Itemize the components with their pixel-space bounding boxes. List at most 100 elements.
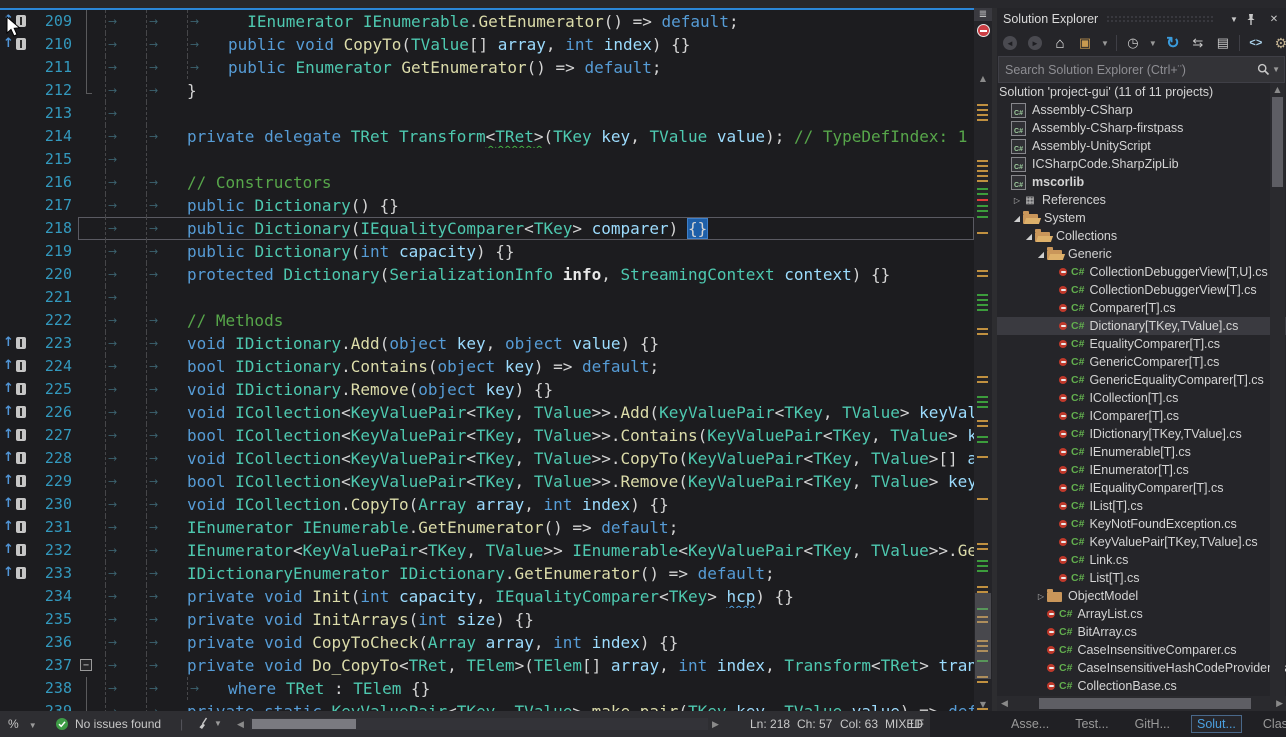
code-line[interactable]: 218→→public Dictionary(IEqualityComparer… bbox=[0, 217, 974, 240]
code-line[interactable]: ↑227→→bool ICollection<KeyValuePair<TKey… bbox=[0, 424, 974, 447]
code-line[interactable]: 237−→→private void Do_CopyTo<TRet, TElem… bbox=[0, 654, 974, 677]
code-line[interactable]: 236→→private void CopyToCheck(Array arra… bbox=[0, 631, 974, 654]
tree-item[interactable]: C#Assembly-UnityScript bbox=[997, 137, 1286, 155]
line-number[interactable]: 235 bbox=[30, 608, 78, 631]
editor-vertical-scrollbar[interactable]: ≣ ▲ ▼ bbox=[974, 8, 992, 711]
code-line[interactable]: 217→→public Dictionary() {} bbox=[0, 194, 974, 217]
line-number[interactable]: 209 bbox=[30, 10, 78, 33]
tree-item[interactable]: ▷▦References bbox=[997, 191, 1286, 209]
tree-item[interactable]: C#IComparer[T].cs bbox=[997, 407, 1286, 425]
tree-item[interactable]: C#GenericEqualityComparer[T].cs bbox=[997, 371, 1286, 389]
code-line[interactable]: 215→ bbox=[0, 148, 974, 171]
scroll-down-arrow[interactable]: ▼ bbox=[974, 700, 992, 709]
reference-gutter-icon[interactable]: ↑ bbox=[3, 543, 26, 556]
reference-gutter-icon[interactable]: ↑ bbox=[3, 359, 26, 372]
code-line[interactable]: 220→→protected Dictionary(SerializationI… bbox=[0, 263, 974, 286]
expanded-arrow-icon[interactable]: ◢ bbox=[1023, 232, 1035, 241]
code-line[interactable]: ↑229→→bool ICollection<KeyValuePair<TKey… bbox=[0, 470, 974, 493]
panel-tab-class[interactable]: Class... bbox=[1258, 716, 1286, 732]
tree-item[interactable]: C#CaseInsensitiveComparer.cs bbox=[997, 641, 1286, 659]
code-line[interactable]: 213→ bbox=[0, 102, 974, 125]
line-number[interactable]: 217 bbox=[30, 194, 78, 217]
tree-item[interactable]: C#IEnumerable[T].cs bbox=[997, 443, 1286, 461]
close-icon[interactable]: ✕ bbox=[1266, 14, 1282, 25]
line-number[interactable]: 228 bbox=[30, 447, 78, 470]
code-line[interactable]: ↑230→→void ICollection.CopyTo(Array arra… bbox=[0, 493, 974, 516]
sync-with-active-document-button[interactable]: ⇆ bbox=[1189, 34, 1207, 52]
refresh-button[interactable]: ↻ bbox=[1164, 34, 1182, 52]
tree-item[interactable]: C#CaseInsensitiveHashCodeProvider.cs bbox=[997, 659, 1286, 677]
code-line[interactable]: 219→→public Dictionary(int capacity) {} bbox=[0, 240, 974, 263]
tree-item[interactable]: ◢Collections bbox=[997, 227, 1286, 245]
code-line[interactable]: 234→→private void Init(int capacity, IEq… bbox=[0, 585, 974, 608]
line-number[interactable]: 216 bbox=[30, 171, 78, 194]
vertical-scrollbar-thumb[interactable] bbox=[975, 593, 991, 679]
nav-back-button[interactable]: ◄ bbox=[1001, 34, 1019, 52]
switch-views-button[interactable]: ▣ bbox=[1076, 34, 1094, 52]
properties-wrench-button[interactable]: ⚙ bbox=[1272, 34, 1286, 52]
document-health-error-icon[interactable] bbox=[977, 24, 990, 37]
switch-views-dropdown-icon[interactable]: ▼ bbox=[1101, 39, 1109, 48]
tree-item[interactable]: C#GenericComparer[T].cs bbox=[997, 353, 1286, 371]
editor-horizontal-scrollbar[interactable] bbox=[250, 718, 708, 730]
line-number[interactable]: 220 bbox=[30, 263, 78, 286]
tree-item[interactable]: C#ICollection[T].cs bbox=[997, 389, 1286, 407]
split-editor-handle[interactable]: ≣ bbox=[974, 8, 992, 21]
expanded-arrow-icon[interactable]: ◢ bbox=[1011, 214, 1023, 223]
expanded-arrow-icon[interactable]: ◢ bbox=[1035, 250, 1047, 259]
tree-item[interactable]: C#List[T].cs bbox=[997, 569, 1286, 587]
reference-gutter-icon[interactable]: ↑ bbox=[3, 382, 26, 395]
reference-gutter-icon[interactable]: ↑ bbox=[3, 520, 26, 533]
hscroll-left-arrow[interactable]: ◀ bbox=[237, 711, 244, 737]
search-icon[interactable] bbox=[1254, 61, 1272, 79]
tree-item[interactable]: C#Assembly-CSharp-firstpass bbox=[997, 119, 1286, 137]
line-number[interactable]: 238 bbox=[30, 677, 78, 700]
line-number[interactable]: 237 bbox=[30, 654, 78, 677]
reference-gutter-icon[interactable]: ↑ bbox=[3, 497, 26, 510]
line-number[interactable]: 225 bbox=[30, 378, 78, 401]
line-number[interactable]: 219 bbox=[30, 240, 78, 263]
panel-tab-solut[interactable]: Solut... bbox=[1191, 715, 1242, 733]
panel-tab-gith[interactable]: GitH... bbox=[1130, 716, 1175, 732]
code-line[interactable]: 211→→→public Enumerator GetEnumerator() … bbox=[0, 56, 974, 79]
collapsed-arrow-icon[interactable]: ▷ bbox=[1011, 196, 1023, 205]
line-number[interactable]: 224 bbox=[30, 355, 78, 378]
reference-gutter-icon[interactable]: ↑ bbox=[3, 474, 26, 487]
line-number[interactable]: 222 bbox=[30, 309, 78, 332]
code-line[interactable]: ↑228→→void ICollection<KeyValuePair<TKey… bbox=[0, 447, 974, 470]
line-number[interactable]: 213 bbox=[30, 102, 78, 125]
reference-gutter-icon[interactable]: ↑ bbox=[3, 428, 26, 441]
code-line[interactable]: 214→→private delegate TRet Transform<TRe… bbox=[0, 125, 974, 148]
line-number[interactable]: 227 bbox=[30, 424, 78, 447]
filter-dropdown-icon[interactable]: ▼ bbox=[1149, 39, 1157, 48]
tree-item[interactable]: C#KeyNotFoundException.cs bbox=[997, 515, 1286, 533]
panel-tab-test[interactable]: Test... bbox=[1070, 716, 1113, 732]
tree-hscrollbar-thumb[interactable] bbox=[1039, 698, 1251, 709]
tree-item[interactable]: C#IEqualityComparer[T].cs bbox=[997, 479, 1286, 497]
home-button[interactable]: ⌂ bbox=[1051, 34, 1069, 52]
tree-item[interactable]: ◢Generic bbox=[997, 245, 1286, 263]
reference-gutter-icon[interactable]: ↑ bbox=[3, 405, 26, 418]
line-number[interactable]: 232 bbox=[30, 539, 78, 562]
line-number[interactable]: 231 bbox=[30, 516, 78, 539]
pin-icon[interactable] bbox=[1246, 13, 1262, 26]
collapsed-arrow-icon[interactable]: ▷ bbox=[1035, 592, 1047, 601]
zoom-level-select[interactable]: % ▼ bbox=[8, 711, 37, 737]
code-line[interactable]: ↑210→→→public void CopyTo(TValue[] array… bbox=[0, 33, 974, 56]
line-number[interactable]: 212 bbox=[30, 79, 78, 102]
reference-gutter-icon[interactable]: ↑ bbox=[3, 37, 26, 50]
tree-item[interactable]: C#KeyValuePair[TKey,TValue].cs bbox=[997, 533, 1286, 551]
code-line[interactable]: ↑232→→IEnumerator<KeyValuePair<TKey, TVa… bbox=[0, 539, 974, 562]
view-code-button[interactable]: <> bbox=[1247, 34, 1265, 52]
tree-item[interactable]: C#IEnumerator[T].cs bbox=[997, 461, 1286, 479]
tree-item[interactable]: C#Link.cs bbox=[997, 551, 1286, 569]
code-line[interactable]: 238→→→where TRet : TElem {} bbox=[0, 677, 974, 700]
line-number[interactable]: 239 bbox=[30, 700, 78, 711]
line-number[interactable]: 236 bbox=[30, 631, 78, 654]
line-number[interactable]: 223 bbox=[30, 332, 78, 355]
line-number[interactable]: 229 bbox=[30, 470, 78, 493]
line-number[interactable]: 218 bbox=[30, 217, 78, 240]
issues-check-icon[interactable] bbox=[55, 717, 69, 737]
tree-item[interactable]: ◢System bbox=[997, 209, 1286, 227]
line-number[interactable]: 230 bbox=[30, 493, 78, 516]
